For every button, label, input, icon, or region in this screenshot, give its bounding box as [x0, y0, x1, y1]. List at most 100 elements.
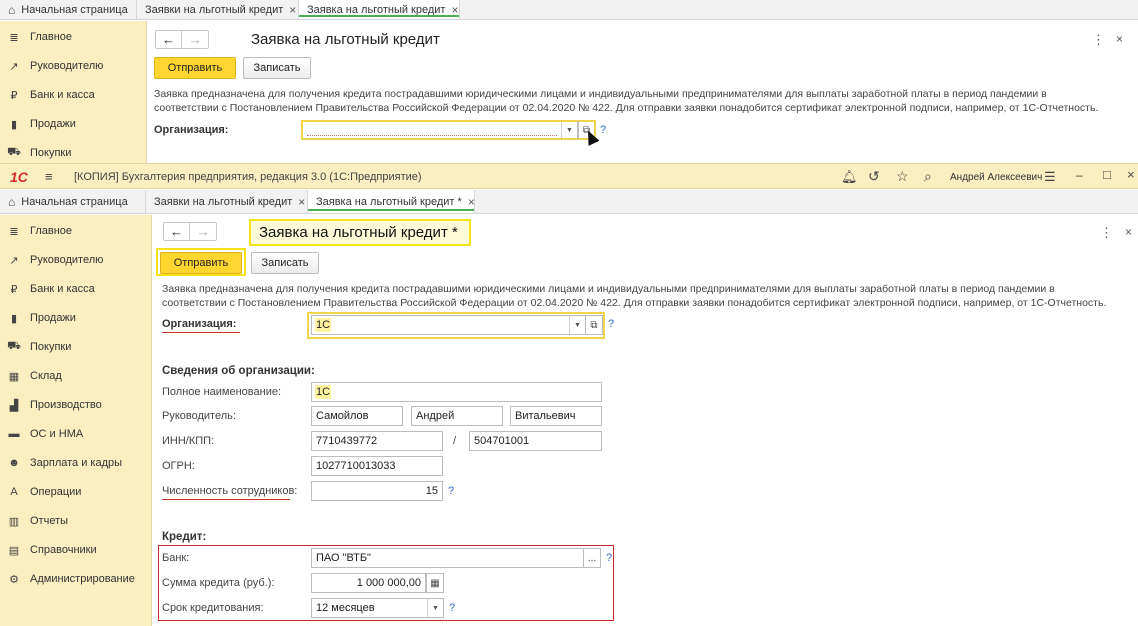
front-save-button[interactable]: Записать	[251, 252, 319, 274]
staff-count-input[interactable]: 15	[311, 481, 443, 501]
close-icon[interactable]: ×	[468, 195, 475, 209]
forward-arrow-icon[interactable]: →	[190, 223, 216, 240]
back-save-button[interactable]: Записать	[243, 57, 311, 79]
front-send-button[interactable]: Отправить	[160, 252, 242, 274]
front-nav-buttons: ← →	[163, 222, 217, 241]
mouse-cursor-icon	[582, 128, 600, 146]
sidebar-item-reports[interactable]: ▥ Отчеты	[0, 511, 147, 531]
kpp-input[interactable]: 504701001	[469, 431, 602, 451]
calculator-button[interactable]: ▦	[426, 573, 444, 593]
bank-select-button[interactable]: ...	[583, 548, 601, 568]
history-icon[interactable]: ↺	[868, 168, 880, 185]
chevron-down-icon[interactable]: ▼	[561, 122, 577, 138]
ogrn-input[interactable]: 1027710013033	[311, 456, 443, 476]
settings-lines-icon[interactable]: ☰	[1044, 169, 1056, 185]
front-tab-home[interactable]: ⌂ Начальная страница	[0, 190, 146, 213]
ruble-icon: ₽	[10, 283, 18, 296]
help-icon[interactable]: ?	[600, 124, 606, 136]
sidebar-item-label: ОС и НМА	[30, 428, 84, 440]
front-org-open-button[interactable]: ⧉	[585, 315, 603, 335]
term-label: Срок кредитования:	[162, 602, 264, 614]
close-icon[interactable]: ×	[1125, 225, 1132, 239]
sidebar-item-bank[interactable]: ₽ Банк и касса	[0, 279, 147, 299]
user-name[interactable]: Андрей Алексеевич	[950, 172, 1042, 183]
inn-input[interactable]: 7710439772	[311, 431, 443, 451]
forward-arrow-icon[interactable]: →	[182, 31, 208, 48]
org-label-underline	[162, 332, 240, 333]
head-middle-name-input[interactable]: Витальевич	[510, 406, 602, 426]
maximize-icon[interactable]: □	[1103, 167, 1111, 182]
credit-section-title: Кредит:	[162, 531, 207, 543]
sidebar-item-main[interactable]: ≣ Главное	[0, 27, 146, 47]
sidebar-item-label: Справочники	[30, 544, 97, 556]
bag-icon: ▮	[10, 312, 18, 325]
full-name-input[interactable]: 1С	[311, 382, 602, 402]
sidebar-item-purchases[interactable]: ⛟ Покупки	[0, 143, 146, 163]
person-icon: ☻	[8, 457, 20, 469]
help-icon[interactable]: ?	[608, 318, 614, 330]
sidebar-item-manager[interactable]: ↗ Руководителю	[0, 56, 146, 76]
head-first-name-input[interactable]: Андрей	[411, 406, 503, 426]
close-icon[interactable]: ×	[1116, 32, 1123, 46]
home-icon: ⌂	[8, 194, 16, 209]
chevron-down-icon[interactable]: ▼	[427, 599, 443, 617]
sidebar-item-warehouse[interactable]: ▦ Склад	[0, 366, 147, 386]
search-icon[interactable]: ⌕	[924, 168, 932, 185]
back-send-button[interactable]: Отправить	[154, 57, 236, 79]
sidebar-item-bank[interactable]: ₽ Банк и касса	[0, 85, 146, 105]
close-icon[interactable]: ×	[289, 3, 296, 17]
hamburger-icon[interactable]: ≡	[45, 169, 53, 184]
sidebar-item-manager[interactable]: ↗ Руководителю	[0, 250, 147, 270]
sidebar-item-assets[interactable]: ▬ ОС и НМА	[0, 424, 147, 444]
back-tab-home[interactable]: ⌂ Начальная страница	[0, 0, 137, 19]
back-arrow-icon[interactable]: ←	[164, 223, 190, 240]
ogrn-label: ОГРН:	[162, 460, 195, 472]
back-tab-request[interactable]: Заявка на льготный кредит ×	[299, 0, 460, 19]
back-org-input[interactable]: ▼	[301, 120, 578, 140]
staff-count-label: Численность сотрудников:	[162, 485, 298, 497]
sidebar-item-purchases[interactable]: ⛟ Покупки	[0, 337, 147, 357]
front-tab-requests[interactable]: Заявки на льготный кредит ×	[146, 190, 308, 213]
head-last-name-input[interactable]: Самойлов	[311, 406, 403, 426]
inn-kpp-separator: /	[453, 435, 457, 447]
help-icon[interactable]: ?	[449, 602, 455, 614]
sidebar-item-label: Покупки	[30, 341, 72, 353]
book-icon: ▤	[8, 544, 20, 557]
help-icon[interactable]: ?	[448, 485, 454, 497]
sidebar-item-label: Продажи	[30, 312, 76, 324]
factory-icon: ▟	[9, 399, 19, 412]
front-tab-request[interactable]: Заявка на льготный кредит * ×	[308, 190, 475, 213]
back-arrow-icon[interactable]: ←	[156, 31, 182, 48]
list-icon: ≣	[9, 31, 19, 44]
front-page-title: Заявка на льготный кредит *	[259, 224, 458, 241]
head-label: Руководитель:	[162, 410, 236, 422]
sidebar-item-directories[interactable]: ▤ Справочники	[0, 540, 147, 560]
sidebar-item-label: Главное	[30, 31, 73, 43]
term-select[interactable]: 12 месяцев ▼	[311, 598, 444, 618]
star-icon[interactable]: ☆	[896, 168, 909, 185]
close-window-icon[interactable]: ×	[1127, 167, 1135, 182]
chevron-down-icon[interactable]: ▼	[569, 316, 585, 334]
back-tab-requests[interactable]: Заявки на льготный кредит ×	[137, 0, 299, 19]
sidebar-item-sales[interactable]: ▮ Продажи	[0, 114, 146, 134]
full-name-value: 1С	[316, 386, 331, 398]
more-icon[interactable]: ⋮	[1092, 33, 1105, 46]
sidebar-item-sales[interactable]: ▮ Продажи	[0, 308, 147, 328]
back-nav-buttons: ← →	[155, 30, 209, 49]
sidebar-item-label: Руководителю	[30, 60, 104, 72]
bank-input[interactable]: ПАО "ВТБ"	[311, 548, 584, 568]
bell-icon[interactable]: 🔔︎	[841, 169, 858, 185]
help-icon[interactable]: ?	[606, 552, 612, 564]
sidebar-item-production[interactable]: ▟ Производство	[0, 395, 147, 415]
more-icon[interactable]: ⋮	[1100, 226, 1113, 239]
close-icon[interactable]: ×	[451, 3, 458, 17]
amount-input[interactable]: 1 000 000,00	[311, 573, 426, 593]
sidebar-item-operations[interactable]: A Операции	[0, 482, 147, 502]
front-org-input[interactable]: 1С ▼	[311, 315, 586, 335]
sidebar-item-payroll[interactable]: ☻ Зарплата и кадры	[0, 453, 147, 473]
sidebar-item-admin[interactable]: ⚙ Администрирование	[0, 569, 147, 589]
sidebar-item-main[interactable]: ≣ Главное	[0, 221, 147, 241]
minimize-icon[interactable]: –	[1076, 168, 1083, 182]
close-icon[interactable]: ×	[298, 195, 305, 209]
front-org-value: 1С	[316, 319, 331, 331]
